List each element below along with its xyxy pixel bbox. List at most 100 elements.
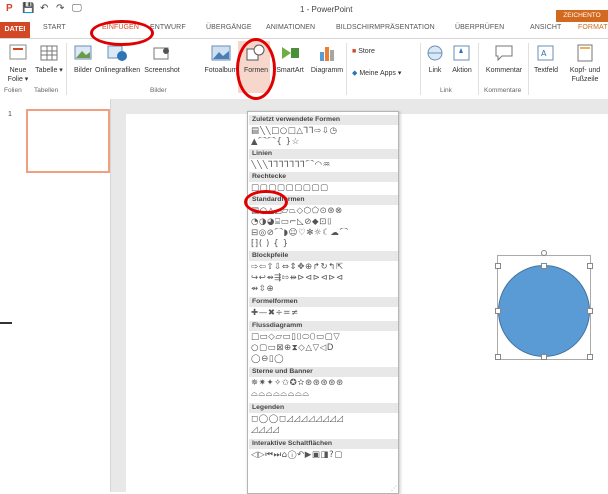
group-label-tables: Tabellen — [34, 87, 59, 94]
shape-row[interactable]: ◁▷⏮⏭⌂ⓘ↶▶▣◨?▢ — [251, 450, 395, 461]
shape-row[interactable]: ╲╲╲⅂⅂⅂⅂⅂⅂⅂⌒◠♒ — [251, 160, 395, 171]
link-icon — [424, 43, 446, 63]
shape-row[interactable]: ▤╲╲□○□△⅂⅂⇨⇩◷ — [251, 126, 395, 137]
screenshot-label: Screenshot — [144, 67, 180, 74]
screenshot-button[interactable]: Screenshot — [142, 43, 182, 75]
shape-row[interactable]: ↪↩⇴⇶⇰⇻⊳⊲⊳⊲⊳⊲ — [251, 273, 395, 284]
table-label: Tabelle ▾ — [35, 67, 63, 74]
shape-row[interactable]: ⌓⌓⌓⌓⌓⌓⌓⌓ — [251, 389, 395, 400]
comment-icon — [493, 43, 515, 63]
link-label: Link — [428, 67, 442, 74]
new-slide-icon — [7, 43, 29, 63]
resize-handle[interactable] — [541, 263, 547, 269]
start-presentation-icon[interactable]: 🖵 — [72, 3, 82, 15]
svg-text:A: A — [541, 49, 547, 58]
tab-home[interactable]: START — [43, 24, 66, 31]
section-header-rectangles: Rechtecke — [249, 172, 398, 182]
photo-album-label: Fotoalbum — [204, 67, 238, 74]
annotation-circle-insert-tab — [90, 20, 154, 46]
separator — [346, 43, 347, 95]
section-header-recent: Zuletzt verwendete Formen — [249, 115, 398, 125]
textbox-icon: A — [535, 43, 557, 63]
shape-row[interactable]: ▲⌒⌒{ }☆ — [251, 137, 395, 148]
photo-album-button[interactable]: Fotoalbum — [201, 43, 241, 75]
tab-view[interactable]: ANSICHT — [530, 24, 561, 31]
shape-row[interactable]: ◯⊖▯◯ — [251, 354, 395, 365]
tab-transitions[interactable]: ÜBERGÄNGE — [206, 24, 252, 31]
tab-file[interactable]: DATEI — [0, 22, 30, 38]
textbox-button[interactable]: A Textfeld — [530, 43, 562, 75]
chart-icon — [316, 43, 338, 63]
online-pictures-button[interactable]: Onlinegrafiken — [95, 43, 141, 75]
smartart-button[interactable]: SmartArt — [272, 43, 308, 75]
shape-row[interactable]: ◔◑◕⌸▭⌐◺⊘◆⊡⌷ — [251, 217, 395, 228]
screenshot-icon — [151, 43, 173, 63]
chart-label: Diagramm — [310, 67, 344, 74]
save-icon[interactable]: 💾 — [22, 3, 34, 15]
shape-row[interactable]: ✚—✖÷=≠ — [251, 308, 395, 319]
online-pictures-label: Onlinegrafiken — [95, 67, 141, 74]
tab-design[interactable]: ENTWURF — [150, 24, 186, 31]
header-footer-label: Kopf- und Fußzeile — [569, 67, 601, 83]
shape-row[interactable]: ✵✷✦✧✩✪✫⊛⊛⊛⊛⊛ — [251, 378, 395, 389]
online-picture-icon — [106, 43, 128, 63]
action-label: Aktion — [452, 67, 472, 74]
tab-animations[interactable]: ANIMATIONEN — [266, 24, 315, 31]
annotation-circle-oval-shape — [244, 190, 288, 214]
textbox-label: Textfeld — [533, 67, 559, 74]
separator — [528, 43, 529, 95]
shape-row[interactable]: ◿◿◿◿ — [251, 425, 395, 436]
resize-handle[interactable] — [587, 263, 593, 269]
shape-row[interactable]: ⇴⇳⊕ — [251, 284, 395, 295]
resize-grip-icon[interactable]: ⋰ — [391, 485, 397, 492]
action-icon — [451, 43, 473, 63]
circle-shape[interactable] — [498, 265, 590, 357]
context-tab-drawing-tools: ZEICHENTO — [556, 10, 608, 22]
resize-handle[interactable] — [495, 354, 501, 360]
resize-handle[interactable] — [587, 354, 593, 360]
shape-row[interactable]: ◻◯◯◻◿◿◿◿◿◿◿◿ — [251, 414, 395, 425]
photo-album-icon — [210, 43, 232, 63]
undo-icon[interactable]: ↶ — [40, 3, 48, 15]
section-header-callouts: Legenden — [249, 403, 398, 413]
store-label: Store — [358, 48, 375, 55]
shape-row[interactable]: □▭◇▱▭▯⌷⬭⬯▭▢▽ — [251, 332, 395, 343]
tab-slideshow[interactable]: BILDSCHIRMPRÄSENTATION — [336, 24, 435, 31]
new-slide-button[interactable]: Neue Folie ▾ — [4, 43, 32, 84]
shape-row[interactable]: ⊟◎⊘⌒◗☺♡✻☼☾☁⌒ — [251, 228, 395, 239]
section-header-equation-shapes: Formelformen — [249, 297, 398, 307]
link-button[interactable]: Link — [424, 43, 446, 75]
pictures-button[interactable]: Bilder — [70, 43, 96, 75]
resize-handle[interactable] — [587, 308, 593, 314]
new-slide-label: Neue Folie ▾ — [7, 67, 29, 83]
group-label-link: Link — [440, 87, 452, 94]
shape-row[interactable]: ○▢▭⊠⊕⧗◇△▽◁D — [251, 343, 395, 354]
section-header-action-buttons: Interaktive Schaltflächen — [249, 439, 398, 449]
action-button[interactable]: Aktion — [448, 43, 476, 75]
resize-handle[interactable] — [495, 308, 501, 314]
table-button[interactable]: Tabelle ▾ — [34, 43, 64, 75]
resize-handle[interactable] — [541, 354, 547, 360]
header-footer-button[interactable]: Kopf- und Fußzeile — [562, 43, 608, 84]
pictures-label: Bilder — [74, 67, 92, 74]
chart-button[interactable]: Diagramm — [308, 43, 346, 75]
resize-handle[interactable] — [495, 263, 501, 269]
rotation-handle[interactable] — [541, 250, 547, 256]
smartart-label: SmartArt — [276, 67, 304, 74]
redo-icon[interactable]: ↷ — [56, 3, 64, 15]
slide-thumbnail[interactable] — [26, 109, 110, 173]
group-label-slides: Folien — [4, 87, 22, 94]
smartart-icon — [279, 43, 301, 63]
shape-row[interactable]: ⇨⇦⇧⇩⇔⇕✥⊕↱↻↰⇱ — [251, 262, 395, 273]
section-header-lines: Linien — [249, 149, 398, 159]
shape-row[interactable]: ⁅⁆( ) { } — [251, 239, 395, 250]
header-footer-icon — [574, 43, 596, 63]
tab-review[interactable]: ÜBERPRÜFEN — [455, 24, 504, 31]
store-button[interactable]: ■ Store — [352, 47, 412, 56]
apps-icon: ◆ — [352, 70, 358, 77]
tab-format[interactable]: FORMAT — [578, 24, 608, 31]
my-apps-button[interactable]: ◆ Meine Apps ▾ — [352, 69, 418, 78]
group-label-comments: Kommentare — [484, 87, 522, 94]
separator — [420, 43, 421, 95]
comment-button[interactable]: Kommentar — [482, 43, 526, 75]
